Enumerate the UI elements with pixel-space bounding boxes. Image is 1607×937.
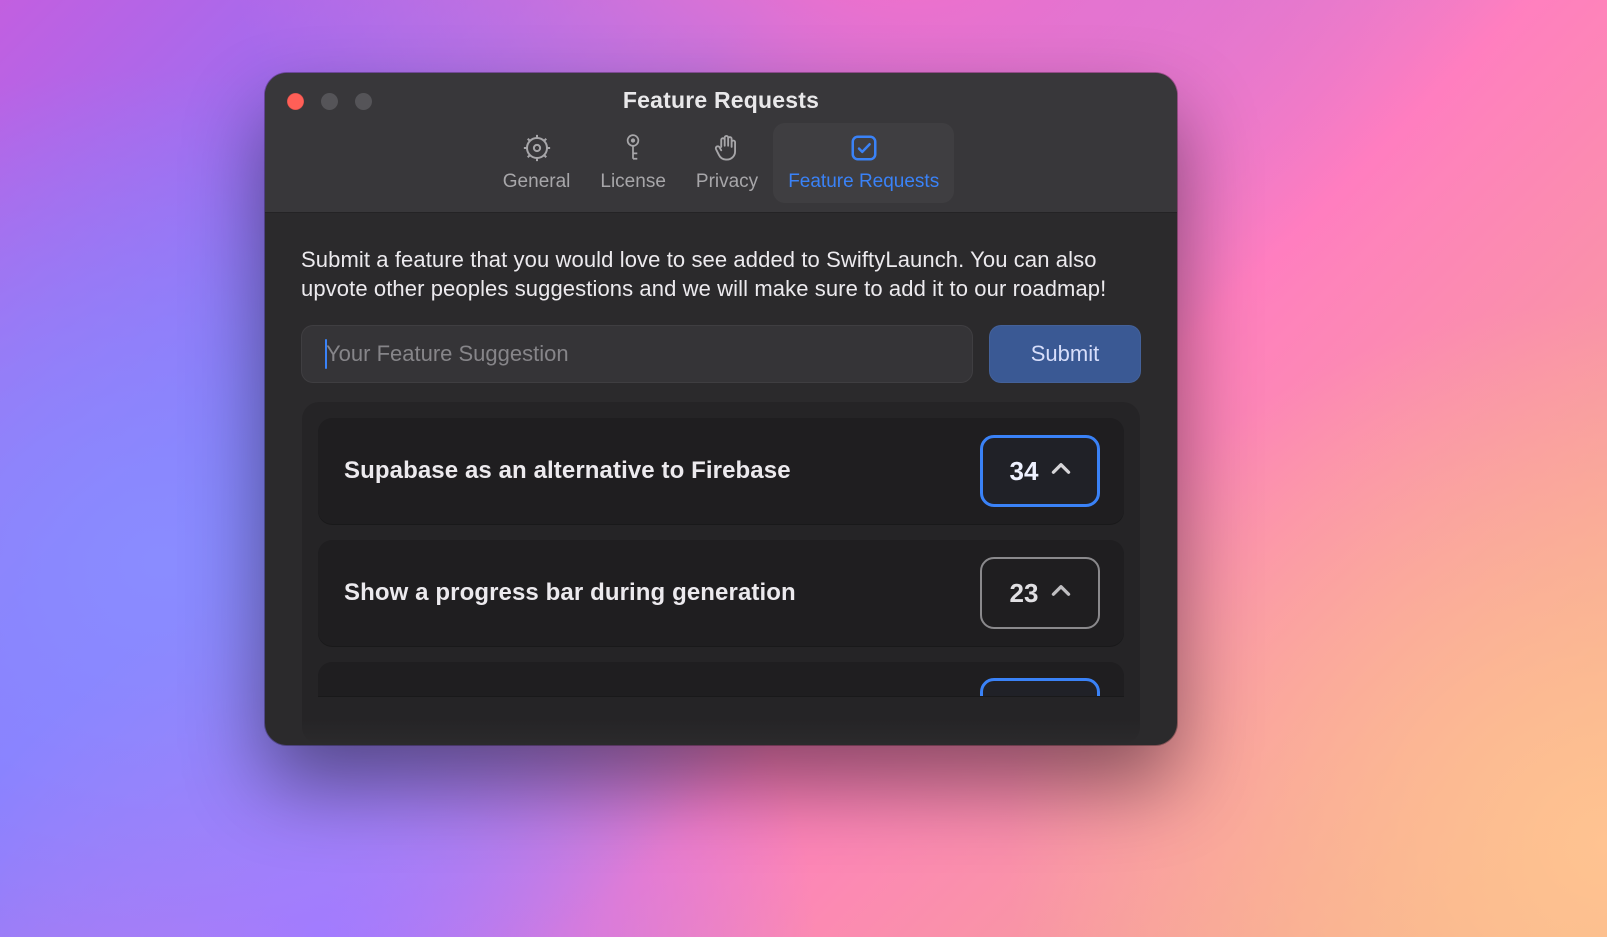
vote-count: 34	[1010, 456, 1039, 487]
suggestion-input[interactable]	[301, 325, 973, 383]
tab-license[interactable]: License	[585, 123, 681, 203]
tab-label: Privacy	[696, 171, 758, 193]
tab-privacy[interactable]: Privacy	[681, 123, 773, 203]
requests-list: Supabase as an alternative to Firebase 3…	[301, 401, 1141, 745]
suggestion-field-wrap	[301, 325, 973, 383]
preferences-window: Feature Requests	[265, 73, 1177, 745]
tab-feature-requests[interactable]: Feature Requests	[773, 123, 954, 203]
chevron-up-icon	[1048, 456, 1074, 487]
submit-button[interactable]: Submit	[989, 325, 1141, 383]
checkbox-icon	[849, 131, 879, 165]
vote-count: 23	[1010, 578, 1039, 609]
tab-label: License	[600, 171, 666, 193]
text-caret	[325, 339, 327, 369]
gear-icon	[522, 131, 552, 165]
chevron-up-icon	[1048, 578, 1074, 609]
toolbar-tabs: General License	[265, 123, 1177, 203]
key-icon	[620, 131, 646, 165]
titlebar: Feature Requests	[265, 73, 1177, 213]
request-title: Supabase as an alternative to Firebase	[344, 457, 791, 485]
request-title: Show a progress bar during generation	[344, 579, 796, 607]
upvote-button[interactable]: 23	[980, 557, 1100, 629]
content-body: Submit a feature that you would love to …	[265, 213, 1177, 745]
upvote-button[interactable]	[980, 678, 1100, 696]
hand-icon	[713, 131, 741, 165]
request-card: Supabase as an alternative to Firebase 3…	[318, 418, 1124, 524]
request-card	[318, 662, 1124, 696]
desktop-background: Feature Requests	[0, 0, 1607, 937]
upvote-button[interactable]: 34	[980, 435, 1100, 507]
window-title: Feature Requests	[265, 87, 1177, 114]
tab-label: Feature Requests	[788, 171, 939, 193]
tab-general[interactable]: General	[488, 123, 586, 203]
request-card: Show a progress bar during generation 23	[318, 540, 1124, 646]
intro-text: Submit a feature that you would love to …	[301, 245, 1141, 303]
tab-label: General	[503, 171, 571, 193]
submit-row: Submit	[301, 325, 1141, 383]
